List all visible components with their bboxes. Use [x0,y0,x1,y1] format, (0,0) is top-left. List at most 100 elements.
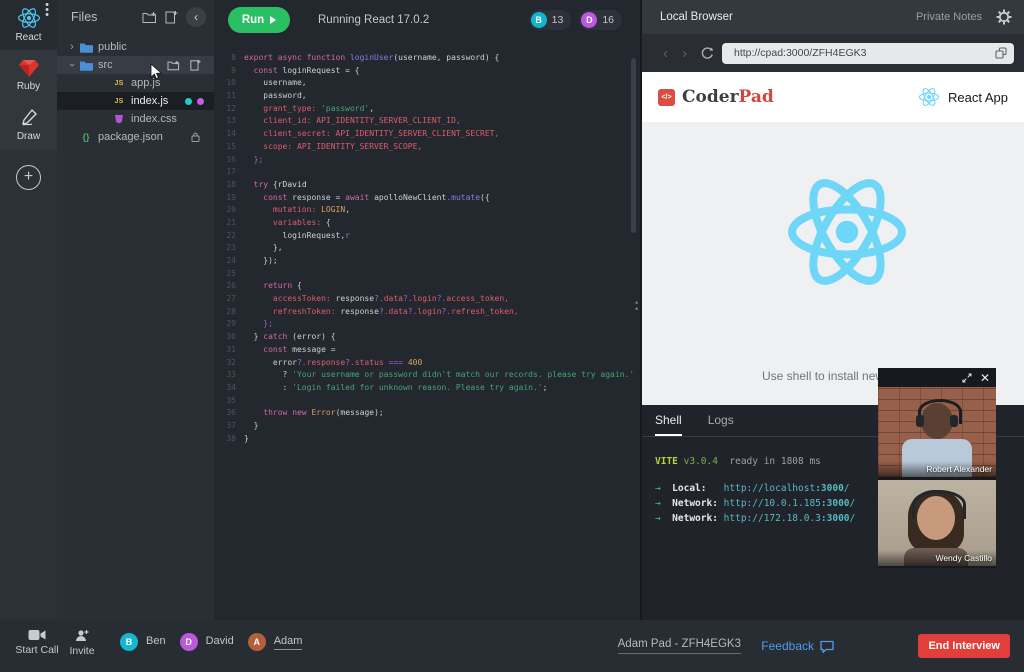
video-tile-wendy[interactable]: Wendy Castillo [878,480,996,566]
rail-item-draw[interactable]: Draw [0,100,57,150]
code-line[interactable]: 26 return { [214,280,640,293]
close-video-icon[interactable]: ✕ [980,372,990,384]
code-line[interactable]: 11 password, [214,90,640,103]
code-line[interactable]: 15 scope: API_IDENTITY_SERVER_SCOPE, [214,141,640,154]
new-folder-icon[interactable] [140,8,158,26]
back-icon[interactable]: ‹ [663,45,668,62]
code-line[interactable]: 35 [214,395,640,408]
line-number: 15 [214,141,236,154]
code-line[interactable]: 14 client_secret: API_IDENTITY_SERVER_CL… [214,128,640,141]
end-interview-button[interactable]: End Interview [918,634,1010,658]
rail-item-react[interactable]: ••• React [0,0,57,50]
code-line[interactable]: 28 refreshToken: response?.data?.login?.… [214,306,640,319]
tab-shell[interactable]: Shell [655,405,682,436]
video-call-overlay[interactable]: ✕ Robert Alexander Wendy Castillo [878,368,996,568]
participants-list: B Ben D David A Adam [120,633,302,651]
brand-pad: Pad [739,87,774,107]
file-tree-item-package-json[interactable]: {}package.json [57,128,214,146]
file-tree-item-public[interactable]: › public [57,38,214,56]
browser-page-header: </> CoderPad React App [642,72,1024,122]
js-file-icon: JS [110,98,128,105]
json-file-icon: {} [77,132,95,142]
file-tree-item-src[interactable]: › src [57,56,214,74]
code-line[interactable]: 9 const loginRequest = { [214,65,640,78]
code-line[interactable]: 24 }); [214,255,640,268]
code-line[interactable]: 29 }; [214,318,640,331]
react-app-icon [918,87,940,107]
code-line[interactable]: 36 throw new Error(message); [214,407,640,420]
browser-panel-title: Local Browser [660,11,916,23]
participant-david[interactable]: D David [180,633,234,651]
file-tree-item-app-js[interactable]: JSapp.js [57,74,214,92]
code-line[interactable]: 27 accessToken: response?.data?.login?.a… [214,293,640,306]
code-line[interactable]: 18 try {rDavid [214,179,640,192]
code-line[interactable]: 23 }, [214,242,640,255]
file-name: src [98,59,113,71]
language-rail: ••• React Ruby Draw + [0,0,57,620]
code-line[interactable]: 30 } catch (error) { [214,331,640,344]
code-line[interactable]: 38} [214,433,640,446]
pad-title-input[interactable]: Adam Pad - ZFH4EGK3 [618,638,741,654]
code-line[interactable]: 22 loginRequest,r [214,230,640,243]
forward-icon[interactable]: › [682,45,687,62]
feedback-button[interactable]: Feedback [761,639,834,653]
rail-label: React [15,32,41,43]
code-line[interactable]: 16 }; [214,154,640,167]
code-line[interactable]: 17 [214,166,640,179]
run-button[interactable]: Run [228,7,290,33]
code-line[interactable]: 37 } [214,420,640,433]
reload-icon[interactable] [700,46,714,60]
editor-scrollbar[interactable] [631,58,636,233]
private-notes-link[interactable]: Private Notes [916,11,982,23]
tab-logs[interactable]: Logs [708,405,734,436]
panel-resize-handle[interactable]: •• [635,300,638,312]
kebab-menu-icon[interactable]: ••• [41,3,53,19]
code-area[interactable]: 8export async function loginUser(usernam… [214,52,640,445]
user-badge-ben[interactable]: B 13 [529,10,572,30]
code-line[interactable]: 13 client_id: API_IDENTITY_SERVER_CLIENT… [214,115,640,128]
code-line[interactable]: 12 grant_type: 'password', [214,103,640,116]
badge-count: 16 [602,14,614,26]
line-number: 34 [214,382,236,395]
line-number: 12 [214,103,236,116]
avatar: D [180,633,198,651]
new-file-icon[interactable] [162,8,180,26]
new-folder-icon[interactable] [164,56,182,74]
participant-label: Ben [146,635,166,649]
chevron-right-icon[interactable]: › [67,41,77,53]
start-call-button[interactable]: Start Call [8,629,66,656]
file-tree-item-index-js[interactable]: JSindex.js [57,92,214,110]
code-line[interactable]: 10 username, [214,77,640,90]
folder-file-icon [77,60,95,71]
avatar: D [581,12,597,28]
file-tree-item-index-css[interactable]: index.css [57,110,214,128]
add-language-button[interactable]: + [16,165,41,190]
collapse-files-icon[interactable]: ‹ [186,7,206,27]
rail-item-ruby[interactable]: Ruby [0,50,57,100]
participant-ben[interactable]: B Ben [120,633,166,651]
url-bar[interactable]: http://cpad:3000/ZFH4EGK3 [722,43,1014,64]
invite-button[interactable]: Invite [62,629,102,657]
code-line[interactable]: 32 error?.response?.status === 400 [214,357,640,370]
code-line[interactable]: 8export async function loginUser(usernam… [214,52,640,65]
line-number: 9 [214,65,236,78]
code-editor[interactable]: Run Running React 17.0.2 B 13 D 16 8expo… [214,0,640,620]
chevron-down-icon[interactable]: › [66,60,78,70]
expand-video-icon[interactable] [962,373,972,383]
gear-icon[interactable] [996,9,1012,25]
open-in-new-window-icon[interactable] [995,47,1007,59]
code-line[interactable]: 34 : 'Login failed for unknown reason. P… [214,382,640,395]
user-badge-david[interactable]: D 16 [579,10,622,30]
video-tile-robert[interactable]: Robert Alexander [878,387,996,477]
code-line[interactable]: 25 [214,268,640,281]
code-line[interactable]: 31 const message = [214,344,640,357]
js-file-icon: JS [110,80,128,87]
code-line[interactable]: 21 variables: { [214,217,640,230]
new-file-icon[interactable] [186,56,204,74]
code-line[interactable]: 33 ? 'Your username or password didn't m… [214,369,640,382]
participant-adam[interactable]: A Adam [248,633,303,651]
code-line[interactable]: 19 const response = await apolloNewClien… [214,192,640,205]
file-name: package.json [98,131,163,143]
file-name: public [98,41,127,53]
code-line[interactable]: 20 mutation: LOGIN, [214,204,640,217]
